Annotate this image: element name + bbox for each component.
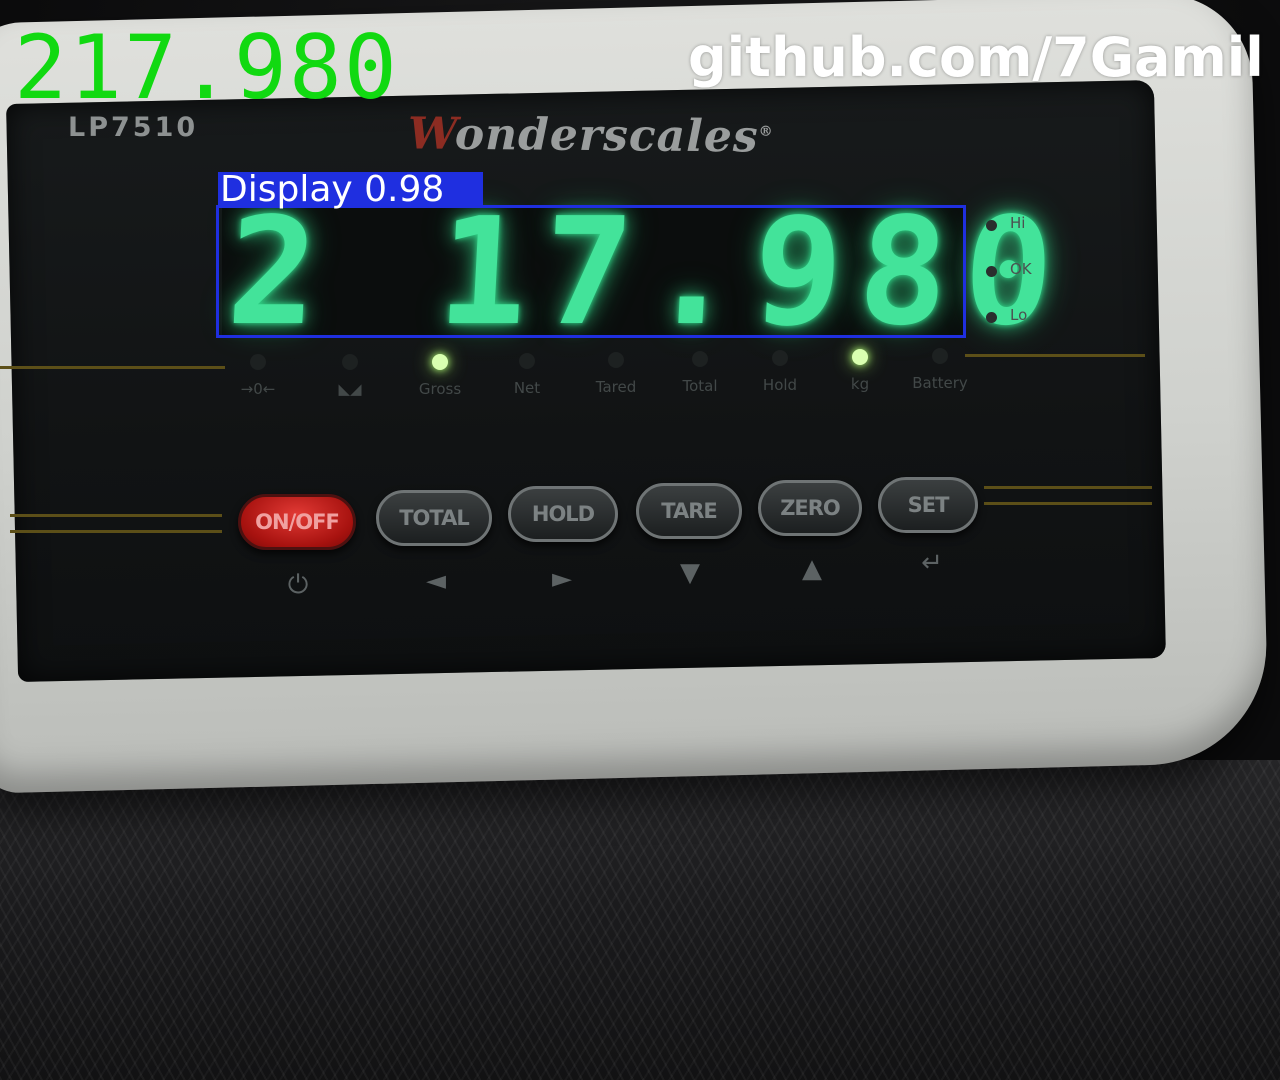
tare-button[interactable]: TARE <box>636 483 742 539</box>
brand-registered-mark: ® <box>758 123 774 140</box>
arrow-right-icon: ► <box>552 564 572 594</box>
indicator-led <box>608 352 624 368</box>
indicator-led <box>932 348 948 364</box>
hi-indicator-led <box>986 220 997 231</box>
panel-rail <box>10 514 222 517</box>
textured-mat <box>0 760 1280 1080</box>
panel-rail <box>0 366 225 369</box>
brand-logo: Wonderscales® <box>408 108 774 162</box>
watermark: github.com/7Gamil <box>688 26 1264 89</box>
panel-rail <box>984 502 1152 505</box>
power-icon: ⏻ <box>287 570 309 600</box>
arrow-up-icon: ▲ <box>802 554 822 584</box>
indicator-label: Gross <box>418 380 462 398</box>
lo-indicator-label: Lo <box>1010 306 1028 324</box>
panel-rail <box>984 486 1152 489</box>
detection-score: 0.98 <box>364 169 445 210</box>
arrow-down-icon: ▼ <box>680 558 700 588</box>
indicator-led <box>692 351 708 367</box>
indicator-led <box>342 354 358 370</box>
indicator-led <box>852 349 868 365</box>
lo-indicator-led <box>986 312 997 323</box>
arrow-left-icon: ◄ <box>426 566 446 596</box>
set-button[interactable]: SET <box>878 477 978 533</box>
indicator-led <box>250 354 266 370</box>
detection-class: Display <box>220 169 353 210</box>
brand-name: onderscales <box>454 108 759 163</box>
indicator-label: Net <box>513 379 541 397</box>
indicator-led <box>519 353 535 369</box>
zero-button[interactable]: ZERO <box>758 480 862 536</box>
detection-label: Display 0.98 <box>218 169 483 210</box>
detection-box <box>216 205 966 338</box>
indicator-label: ◣◢ <box>338 380 362 398</box>
panel-rail <box>965 354 1145 357</box>
indicator-led <box>772 350 788 366</box>
ocr-reading: 217.980 <box>14 16 399 119</box>
ok-indicator-label: OK <box>1010 260 1032 278</box>
onoff-button[interactable]: ON/OFF <box>238 494 356 550</box>
total-button[interactable]: TOTAL <box>376 490 492 546</box>
hi-indicator-label: Hi <box>1010 214 1026 232</box>
indicator-label: →0← <box>240 380 276 398</box>
indicator-label: Battery <box>912 374 968 392</box>
enter-icon: ↵ <box>921 548 943 578</box>
panel-rail <box>10 530 222 533</box>
brand-initial: W <box>407 108 456 160</box>
hold-button[interactable]: HOLD <box>508 486 618 542</box>
indicator-led <box>432 354 448 370</box>
ok-indicator-led <box>986 266 997 277</box>
